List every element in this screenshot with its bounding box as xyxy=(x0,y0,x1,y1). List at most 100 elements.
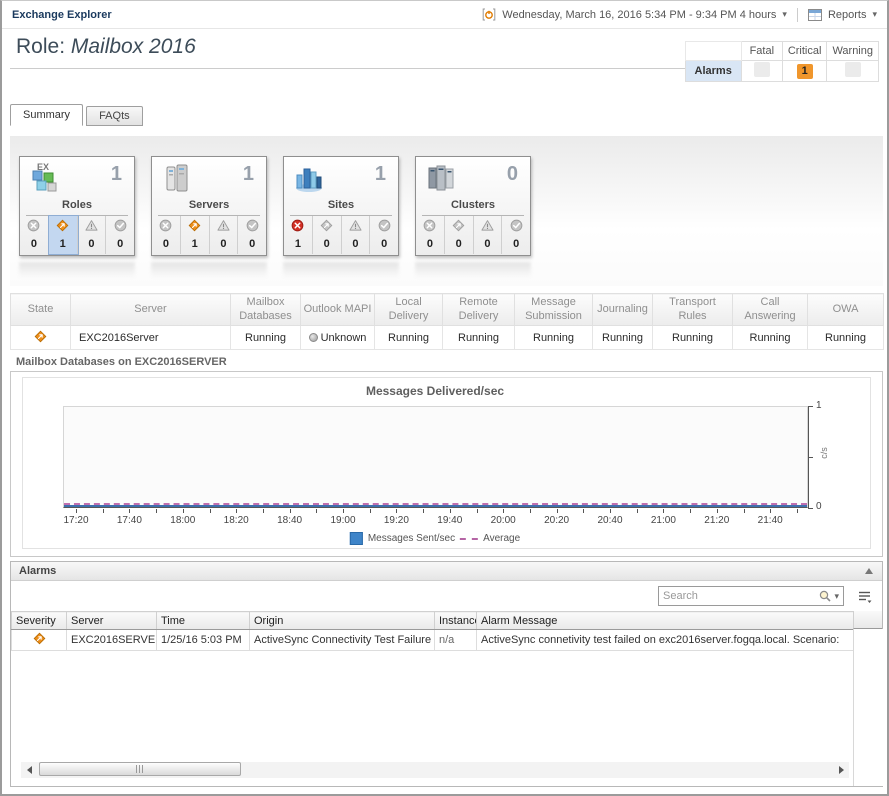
status-col[interactable]: OWA xyxy=(808,294,884,326)
x-tick xyxy=(583,509,584,513)
scroll-left-button[interactable] xyxy=(21,762,37,778)
reports-caret-icon[interactable]: ▾ xyxy=(872,10,877,19)
x-axis-label: 20:40 xyxy=(597,515,622,526)
tile-status-critical[interactable]: 1 xyxy=(49,216,78,254)
table-customizer-icon[interactable] xyxy=(857,590,873,609)
status-col[interactable]: Transport Rules xyxy=(653,294,733,326)
state-cell[interactable] xyxy=(11,326,71,350)
tile-status-critical[interactable]: 0 xyxy=(313,216,342,254)
status-col[interactable]: Outlook MAPI xyxy=(301,294,375,326)
tile-status-fatal[interactable]: 0 xyxy=(20,216,49,254)
tile-label: Sites xyxy=(284,199,398,214)
alarm-origin-cell[interactable]: ActiveSync Connectivity Test Failure xyxy=(250,630,435,651)
service-state-cell[interactable]: Running xyxy=(593,326,653,350)
col-alarm-message[interactable]: Alarm Message xyxy=(477,612,854,630)
status-col[interactable]: Journaling xyxy=(593,294,653,326)
tile-clusters[interactable]: 0Clusters0000 xyxy=(415,156,531,256)
x-tick xyxy=(370,509,371,513)
tile-status-warning[interactable]: 0 xyxy=(342,216,371,254)
server-status-table: StateServerMailbox DatabasesOutlook MAPI… xyxy=(10,293,884,350)
tile-status-fatal[interactable]: 0 xyxy=(152,216,181,254)
tile-status-fatal[interactable]: 1 xyxy=(284,216,313,254)
status-count: 1 xyxy=(192,238,198,250)
alarms-panel-header[interactable]: Alarms xyxy=(11,562,882,581)
status-col[interactable]: State xyxy=(11,294,71,326)
tile-roles[interactable]: EX1Roles0100 xyxy=(19,156,135,256)
x-axis-label: 21:40 xyxy=(758,515,783,526)
warning-status-icon xyxy=(217,219,230,237)
service-state-cell[interactable]: Running xyxy=(231,326,301,350)
service-state-cell[interactable]: Running xyxy=(733,326,808,350)
server-cell[interactable]: EXC2016Server xyxy=(71,326,231,350)
alarm-summary-critical-cell[interactable]: 1 xyxy=(782,61,827,82)
col-instance[interactable]: Instance xyxy=(435,612,477,630)
x-tick xyxy=(210,509,211,513)
time-range-caret-icon[interactable]: ▾ xyxy=(782,10,787,19)
status-col[interactable]: Call Answering xyxy=(733,294,808,326)
tile-status-normal[interactable]: 0 xyxy=(370,216,398,254)
alarm-summary-fatal-cell[interactable] xyxy=(741,61,782,82)
tile-status-warning[interactable]: 0 xyxy=(474,216,503,254)
alarm-row[interactable]: EXC2016SERVER1/25/16 5:03 PMActiveSync C… xyxy=(12,630,854,651)
topology-tiles-band: EX1Roles01001Servers01001Sites10000Clust… xyxy=(10,136,883,286)
critical-count-badge[interactable]: 1 xyxy=(797,64,813,79)
tile-status-warning[interactable]: 0 xyxy=(210,216,239,254)
search-button[interactable]: ▾ xyxy=(818,589,843,603)
x-axis-label: 19:40 xyxy=(437,515,462,526)
service-state-cell[interactable]: Running xyxy=(808,326,884,350)
tile-status-warning[interactable]: 0 xyxy=(78,216,107,254)
status-count: 0 xyxy=(484,238,490,250)
alarm-summary-table: Fatal Critical Warning Alarms 1 xyxy=(685,41,879,82)
collapse-panel-icon[interactable] xyxy=(865,568,873,574)
tile-servers[interactable]: 1Servers0100 xyxy=(151,156,267,256)
alarm-time-cell[interactable]: 1/25/16 5:03 PM xyxy=(157,630,250,651)
x-axis-label: 21:00 xyxy=(651,515,676,526)
warning-status-icon xyxy=(349,219,362,237)
status-col[interactable]: Server xyxy=(71,294,231,326)
tile-status-normal[interactable]: 0 xyxy=(106,216,134,254)
status-col[interactable]: Remote Delivery xyxy=(443,294,515,326)
reports-button[interactable]: Reports xyxy=(828,9,867,21)
tab-faqts[interactable]: FAQts xyxy=(86,106,143,126)
service-state-cell[interactable]: Running xyxy=(653,326,733,350)
breadcrumb[interactable]: Exchange Explorer xyxy=(12,9,112,21)
tile-label: Servers xyxy=(152,199,266,214)
col-origin[interactable]: Origin xyxy=(250,612,435,630)
tile-status-normal[interactable]: 0 xyxy=(502,216,530,254)
x-axis-label: 19:00 xyxy=(330,515,355,526)
fatal-count-badge[interactable] xyxy=(754,62,770,77)
col-time[interactable]: Time xyxy=(157,612,250,630)
alarm-message-cell[interactable]: ActiveSync connetivity test failed on ex… xyxy=(477,630,854,651)
service-state-cell[interactable]: Running xyxy=(375,326,443,350)
scrollbar-thumb[interactable] xyxy=(39,762,241,776)
search-input[interactable] xyxy=(659,590,818,602)
status-col[interactable]: Mailbox Databases xyxy=(231,294,301,326)
chart-plot-area[interactable] xyxy=(63,406,808,508)
alarm-summary-warning-cell[interactable] xyxy=(827,61,879,82)
tile-status-normal[interactable]: 0 xyxy=(238,216,266,254)
service-state-cell[interactable]: Running xyxy=(443,326,515,350)
scroll-right-button[interactable] xyxy=(833,762,849,778)
col-server[interactable]: Server xyxy=(67,612,157,630)
status-col[interactable]: Message Submission xyxy=(515,294,593,326)
alarm-severity-cell[interactable] xyxy=(12,630,67,651)
search-box[interactable]: ▾ xyxy=(658,586,844,606)
alarm-server-cell[interactable]: EXC2016SERVER xyxy=(67,630,157,651)
status-count: 0 xyxy=(117,238,123,250)
search-options-caret-icon[interactable]: ▾ xyxy=(834,592,839,601)
warning-count-badge[interactable] xyxy=(845,62,861,77)
tab-summary[interactable]: Summary xyxy=(10,104,83,126)
alarm-instance-cell[interactable]: n/a xyxy=(435,630,477,651)
tile-status-critical[interactable]: 1 xyxy=(181,216,210,254)
col-severity[interactable]: Severity xyxy=(12,612,67,630)
status-col[interactable]: Local Delivery xyxy=(375,294,443,326)
tile-status-fatal[interactable]: 0 xyxy=(416,216,445,254)
time-range-label[interactable]: Wednesday, March 16, 2016 5:34 PM - 9:34… xyxy=(502,9,776,21)
service-state-cell[interactable]: Running xyxy=(515,326,593,350)
tile-status-critical[interactable]: 0 xyxy=(445,216,474,254)
tile-sites[interactable]: 1Sites1000 xyxy=(283,156,399,256)
service-state-cell[interactable]: Unknown xyxy=(301,326,375,350)
horizontal-scrollbar[interactable] xyxy=(21,762,849,778)
table-row[interactable]: EXC2016ServerRunningUnknownRunningRunnin… xyxy=(11,326,884,350)
tile-reflection xyxy=(283,262,399,278)
